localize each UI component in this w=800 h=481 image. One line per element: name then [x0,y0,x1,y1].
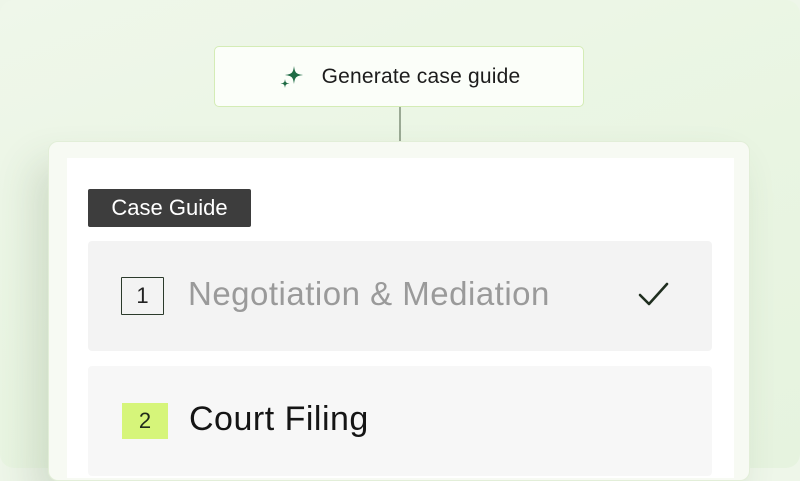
step-number-badge: 1 [121,277,164,315]
step-title: Court Filing [189,400,369,438]
generate-button-label: Generate case guide [321,64,521,88]
sparkle-icon [278,63,306,91]
connector-line [399,107,401,143]
step-title: Negotiation & Mediation [188,275,550,312]
step-item-negotiation[interactable]: 1 Negotiation & Mediation [88,241,712,351]
checkmark-icon [636,279,672,311]
step-number-badge: 2 [122,403,168,439]
case-guide-tag: Case Guide [88,189,251,227]
generate-case-guide-button[interactable]: Generate case guide [214,46,584,107]
step-item-court-filing[interactable]: 2 Court Filing [88,366,712,476]
